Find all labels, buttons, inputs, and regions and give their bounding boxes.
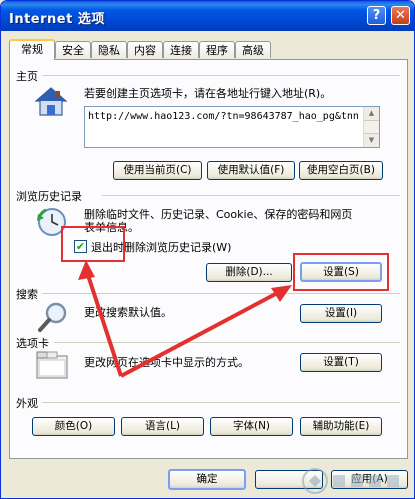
internet-options-window: Internet 选项 ? ✕ 常规 安全 隐私 内容 连接 程序 高级 主页 … (0, 0, 415, 499)
tab-general[interactable]: 常规 (9, 39, 55, 60)
arrow-to-settings (120, 288, 284, 378)
arrow-to-checkbox (84, 268, 123, 377)
watermark-logo (302, 468, 399, 494)
annotation-arrows (78, 260, 292, 378)
arrow-head-checkbox (78, 260, 95, 280)
